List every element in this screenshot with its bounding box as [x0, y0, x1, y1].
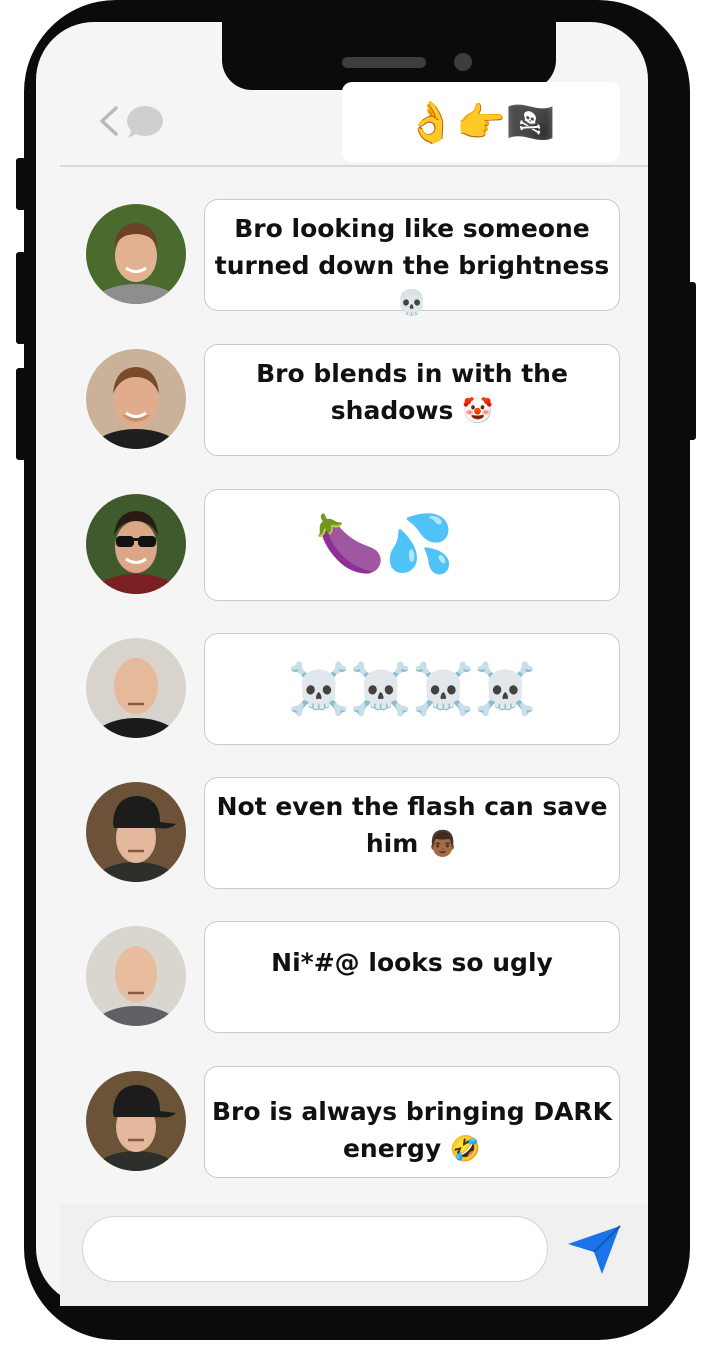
chat-header: 👌👉🏴‍☠️ — [60, 82, 648, 166]
send-arrow-icon[interactable] — [566, 1224, 622, 1276]
avatar[interactable] — [86, 782, 186, 882]
message-row: 🍆💦 — [60, 489, 648, 603]
message-row: Not even the flash can save him 👨🏾 — [60, 777, 648, 891]
avatar[interactable] — [86, 1071, 186, 1171]
notch — [222, 22, 556, 90]
chat-bubble-icon — [127, 106, 163, 138]
front-camera — [454, 53, 472, 71]
side-button-silent — [16, 158, 26, 210]
message-row: ☠️☠️☠️☠️ — [60, 633, 648, 747]
side-button-power — [686, 282, 696, 440]
message-composer — [60, 1204, 648, 1306]
header-divider — [60, 165, 648, 167]
chevron-left-icon[interactable] — [96, 105, 122, 137]
side-button-volume-down — [16, 368, 26, 460]
speaker-grille — [342, 57, 426, 68]
avatar[interactable] — [86, 926, 186, 1026]
chat-title: 👌👉🏴‍☠️ — [342, 82, 620, 162]
message-bubble: Ni*#@ looks so ugly — [204, 921, 620, 1033]
message-input[interactable] — [82, 1216, 548, 1282]
message-row: Bro is always bringing DARK energy 🤣 — [60, 1066, 648, 1180]
avatar[interactable] — [86, 349, 186, 449]
message-bubble: 🍆💦 — [204, 489, 620, 601]
message-bubble: Bro is always bringing DARK energy 🤣 — [204, 1066, 620, 1178]
message-row: Bro looking like someone turned down the… — [60, 199, 648, 317]
avatar[interactable] — [86, 204, 186, 304]
message-row: Ni*#@ looks so ugly — [60, 921, 648, 1035]
avatar[interactable] — [86, 494, 186, 594]
message-row: Bro blends in with the shadows 🤡 — [60, 344, 648, 458]
message-bubble: Bro looking like someone turned down the… — [204, 199, 620, 317]
side-button-volume-up — [16, 252, 26, 344]
message-bubble: Not even the flash can save him 👨🏾 — [204, 777, 620, 889]
avatar[interactable] — [86, 638, 186, 738]
message-bubble: Bro blends in with the shadows 🤡 — [204, 344, 620, 456]
message-bubble: ☠️☠️☠️☠️ — [204, 633, 620, 745]
